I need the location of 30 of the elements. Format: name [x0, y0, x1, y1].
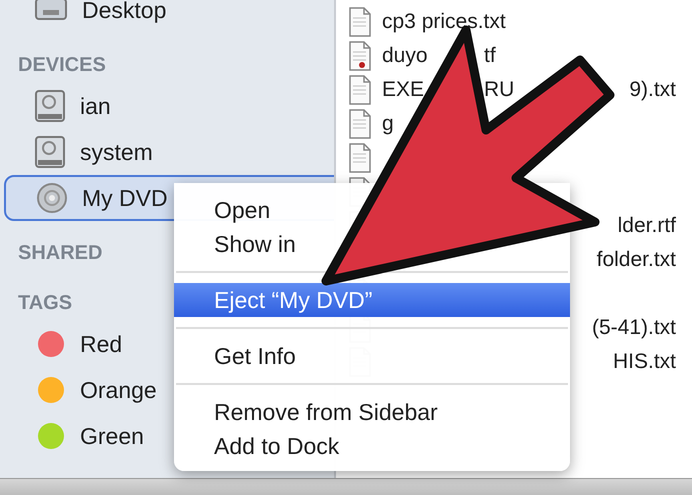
sidebar-item[interactable]: ian — [0, 83, 334, 129]
menu-item[interactable]: Show in — [214, 227, 296, 261]
file-name: duyo — [382, 44, 428, 68]
sidebar-item[interactable]: Desktop — [0, 0, 334, 33]
hard-drive-icon — [34, 135, 66, 169]
text-file-icon — [348, 7, 372, 37]
sidebar-heading: DEVICES — [18, 52, 106, 78]
file-name: (5-41).txt — [592, 316, 676, 340]
file-name: HIS.txt — [612, 350, 676, 374]
sidebar-heading: TAGS — [18, 290, 72, 316]
rich-text-file-icon — [348, 41, 372, 71]
menu-item[interactable]: Get Info — [214, 339, 296, 373]
file-name: 9).txt — [629, 78, 676, 102]
sidebar-heading: SHARED — [18, 240, 102, 266]
file-name: EXE — [382, 78, 424, 102]
file-name: folder.txt — [596, 248, 676, 272]
hard-drive-icon — [34, 89, 66, 123]
file-name: g — [382, 112, 394, 136]
file-name: cp3 prices.txt — [382, 10, 506, 34]
menu-item[interactable]: Remove from Sidebar — [214, 395, 438, 429]
menu-item[interactable]: Add to Dock — [214, 429, 340, 463]
file-name: tf — [484, 44, 496, 68]
file-name: lder.rtf — [618, 214, 676, 238]
text-file-icon — [348, 143, 372, 173]
text-file-icon — [348, 75, 372, 105]
menu-item[interactable]: Eject “My DVD” — [174, 283, 570, 317]
text-file-icon — [348, 109, 372, 139]
disc-icon — [36, 182, 68, 214]
file-name: RU — [484, 78, 514, 102]
sidebar-item[interactable]: system — [0, 129, 334, 175]
